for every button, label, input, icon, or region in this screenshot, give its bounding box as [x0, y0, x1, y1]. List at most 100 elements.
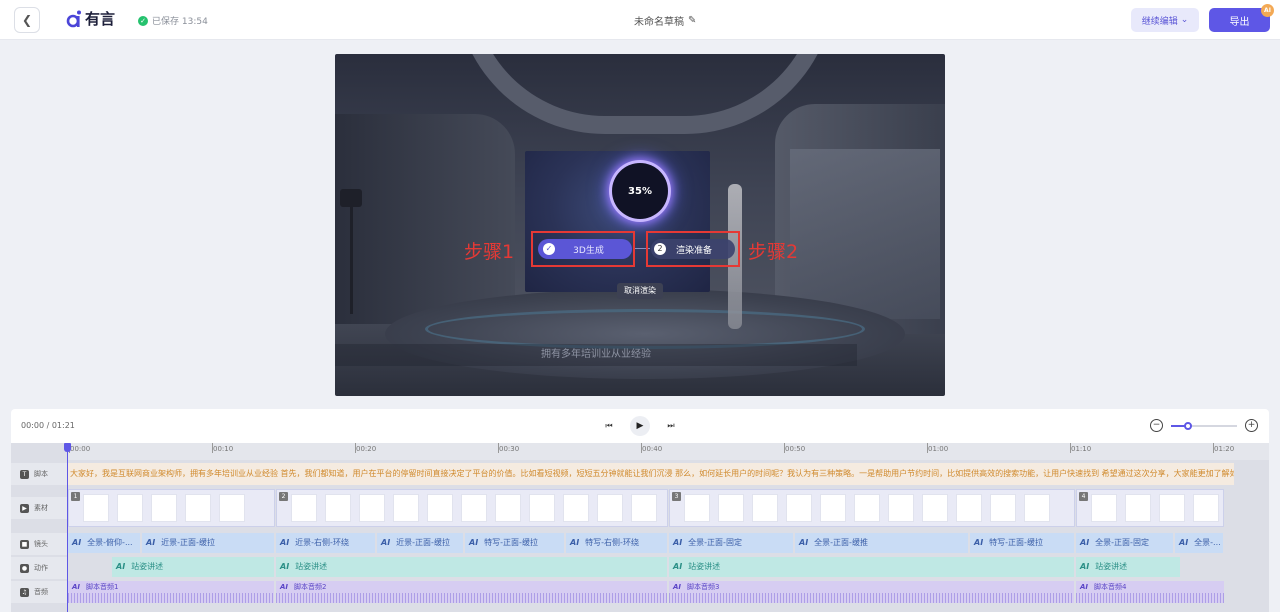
audio-clip[interactable]: AI 脚本音频4 — [1076, 581, 1226, 603]
action-clip[interactable]: AI 站姿讲述 — [669, 557, 1076, 577]
play-icon: ▶ — [636, 421, 644, 431]
action-clip-label: 站姿讲述 — [688, 562, 721, 571]
chevron-left-icon: ❮ — [21, 13, 33, 27]
material-thumbnail — [117, 494, 143, 522]
script-track-clip[interactable]: 大家好，我是互联网商业架构师，拥有多年培训业从业经验 首先，我们都知道，用户在平… — [68, 463, 1234, 485]
zoom-slider-handle[interactable] — [1183, 422, 1192, 430]
playback-controls: 00:00 / 01:21 ⏮ ▶ ⏭ − + — [11, 409, 1269, 443]
scene-arch — [455, 54, 835, 134]
material-clip[interactable]: 2 — [276, 489, 668, 527]
annotation-box-1 — [531, 231, 635, 267]
camera-clip[interactable]: AI 特写-正面-缓拉 — [465, 533, 566, 553]
scene-light-stand — [350, 194, 353, 314]
material-clip-index: 4 — [1079, 492, 1088, 501]
audio-clip-label: 脚本音频3 — [687, 583, 720, 591]
timeline-tracks: 00:00 00:10 00:20 00:30 00:40 00:50 01:00 01:10… — [11, 443, 1269, 612]
zoom-out-icon[interactable]: − — [1150, 419, 1163, 432]
scene-stage-ring — [425, 309, 865, 349]
audio-clip[interactable]: AI 脚本音频3 — [669, 581, 1076, 603]
logo: 有言 — [66, 8, 115, 29]
save-status: ✓ 已保存 13:54 — [138, 14, 208, 27]
material-clip-index: 3 — [672, 492, 681, 501]
play-button[interactable]: ▶ — [630, 416, 650, 436]
material-thumbnail — [631, 494, 657, 522]
camera-clip[interactable]: AI 全景-... — [1175, 533, 1225, 553]
skip-back-icon[interactable]: ⏮ — [601, 418, 617, 434]
progress-percent: 35% — [628, 185, 652, 197]
person-icon: ● — [20, 563, 29, 573]
script-icon: T — [20, 469, 29, 479]
zoom-in-icon[interactable]: + — [1245, 419, 1258, 432]
action-clip[interactable]: AI 站姿讲述 — [276, 557, 669, 577]
playhead-handle[interactable] — [64, 443, 71, 452]
audio-clip[interactable]: AI 脚本音频2 — [276, 581, 669, 603]
camera-clip[interactable]: AI 全景-俯仰-... — [68, 533, 142, 553]
document-title-text: 未命名草稿 — [634, 17, 684, 28]
camera-clip[interactable]: AI 全景-正面-固定 — [669, 533, 795, 553]
material-thumbnail — [718, 494, 744, 522]
back-button[interactable]: ❮ — [14, 7, 40, 33]
material-clip-index: 1 — [71, 492, 80, 501]
action-clip-label: 站姿讲述 — [295, 562, 328, 571]
ai-label: AI — [673, 562, 683, 571]
audio-clip-label: 脚本音频1 — [86, 583, 119, 591]
material-clip[interactable]: 4 — [1076, 489, 1224, 527]
top-bar: ❮ 有言 ✓ 已保存 13:54 未命名草稿 ✎ 继续编辑 ⌄ 导出 AI — [0, 0, 1280, 40]
track-label-text: 素材 — [34, 504, 48, 512]
material-thumbnail — [185, 494, 211, 522]
track-label-text: 音频 — [34, 588, 48, 596]
edit-pencil-icon[interactable]: ✎ — [688, 15, 696, 26]
zoom-slider[interactable] — [1171, 422, 1237, 430]
track-label-text: 脚本 — [34, 470, 48, 478]
action-clip[interactable]: AI 站姿讲述 — [1076, 557, 1182, 577]
camera-clip-label: 近景-正面-缓拉 — [161, 538, 215, 547]
continue-edit-button[interactable]: 继续编辑 ⌄ — [1131, 8, 1199, 32]
playhead[interactable] — [67, 443, 68, 612]
camera-clip[interactable]: AI 特写-正面-缓拉 — [970, 533, 1076, 553]
material-thumbnail — [684, 494, 710, 522]
material-clip[interactable]: 1 — [68, 489, 275, 527]
logo-icon — [66, 10, 81, 27]
material-thumbnail — [529, 494, 555, 522]
track-label-text: 动作 — [34, 564, 48, 572]
camera-clip-label: 近景-右侧-环绕 — [295, 538, 349, 547]
track-label-script: T 脚本 — [11, 463, 68, 485]
camera-clip[interactable]: AI 全景-正面-缓推 — [795, 533, 970, 553]
material-thumbnail — [83, 494, 109, 522]
camera-clip-label: 全景-正面-缓推 — [814, 538, 868, 547]
track-label-camera: ■ 镜头 — [11, 533, 68, 555]
check-circle-icon: ✓ — [138, 15, 148, 26]
material-thumbnail — [752, 494, 778, 522]
time-readout: 00:00 / 01:21 — [21, 421, 75, 430]
camera-clip[interactable]: AI 近景-右侧-环绕 — [276, 533, 377, 553]
action-clip[interactable]: AI 站姿讲述 — [112, 557, 276, 577]
material-thumbnail — [461, 494, 487, 522]
camera-clip[interactable]: AI 全景-正面-固定 — [1076, 533, 1175, 553]
camera-clip-label: 特写-正面-缓拉 — [484, 538, 538, 547]
skip-forward-icon[interactable]: ⏭ — [663, 418, 679, 434]
audio-clip[interactable]: AI 脚本音频1 — [68, 581, 276, 603]
material-clip-index: 2 — [279, 492, 288, 501]
audio-waveform — [1076, 593, 1224, 603]
camera-clip[interactable]: AI 近景-正面-缓拉 — [377, 533, 465, 553]
scene-lamp — [340, 189, 362, 207]
material-clip[interactable]: 3 — [669, 489, 1075, 527]
ai-label: AI — [570, 538, 580, 547]
material-thumbnail — [854, 494, 880, 522]
camera-clip[interactable]: AI 特写-右侧-环绕 — [566, 533, 669, 553]
material-thumbnail — [922, 494, 948, 522]
ai-label: AI — [1080, 583, 1089, 591]
document-title[interactable]: 未命名草稿 ✎ — [634, 13, 696, 28]
track-label-audio: ♫ 音频 — [11, 581, 68, 603]
audio-waveform — [68, 593, 274, 603]
annotation-box-2 — [646, 231, 740, 267]
logo-text: 有言 — [85, 10, 116, 28]
material-thumbnail — [151, 494, 177, 522]
material-thumbnail — [786, 494, 812, 522]
cancel-render-button[interactable]: 取消渲染 — [617, 283, 663, 299]
material-thumbnail — [325, 494, 351, 522]
ai-label: AI — [146, 538, 156, 547]
material-thumbnail — [393, 494, 419, 522]
camera-clip[interactable]: AI 近景-正面-缓拉 — [142, 533, 276, 553]
material-thumbnail — [219, 494, 245, 522]
